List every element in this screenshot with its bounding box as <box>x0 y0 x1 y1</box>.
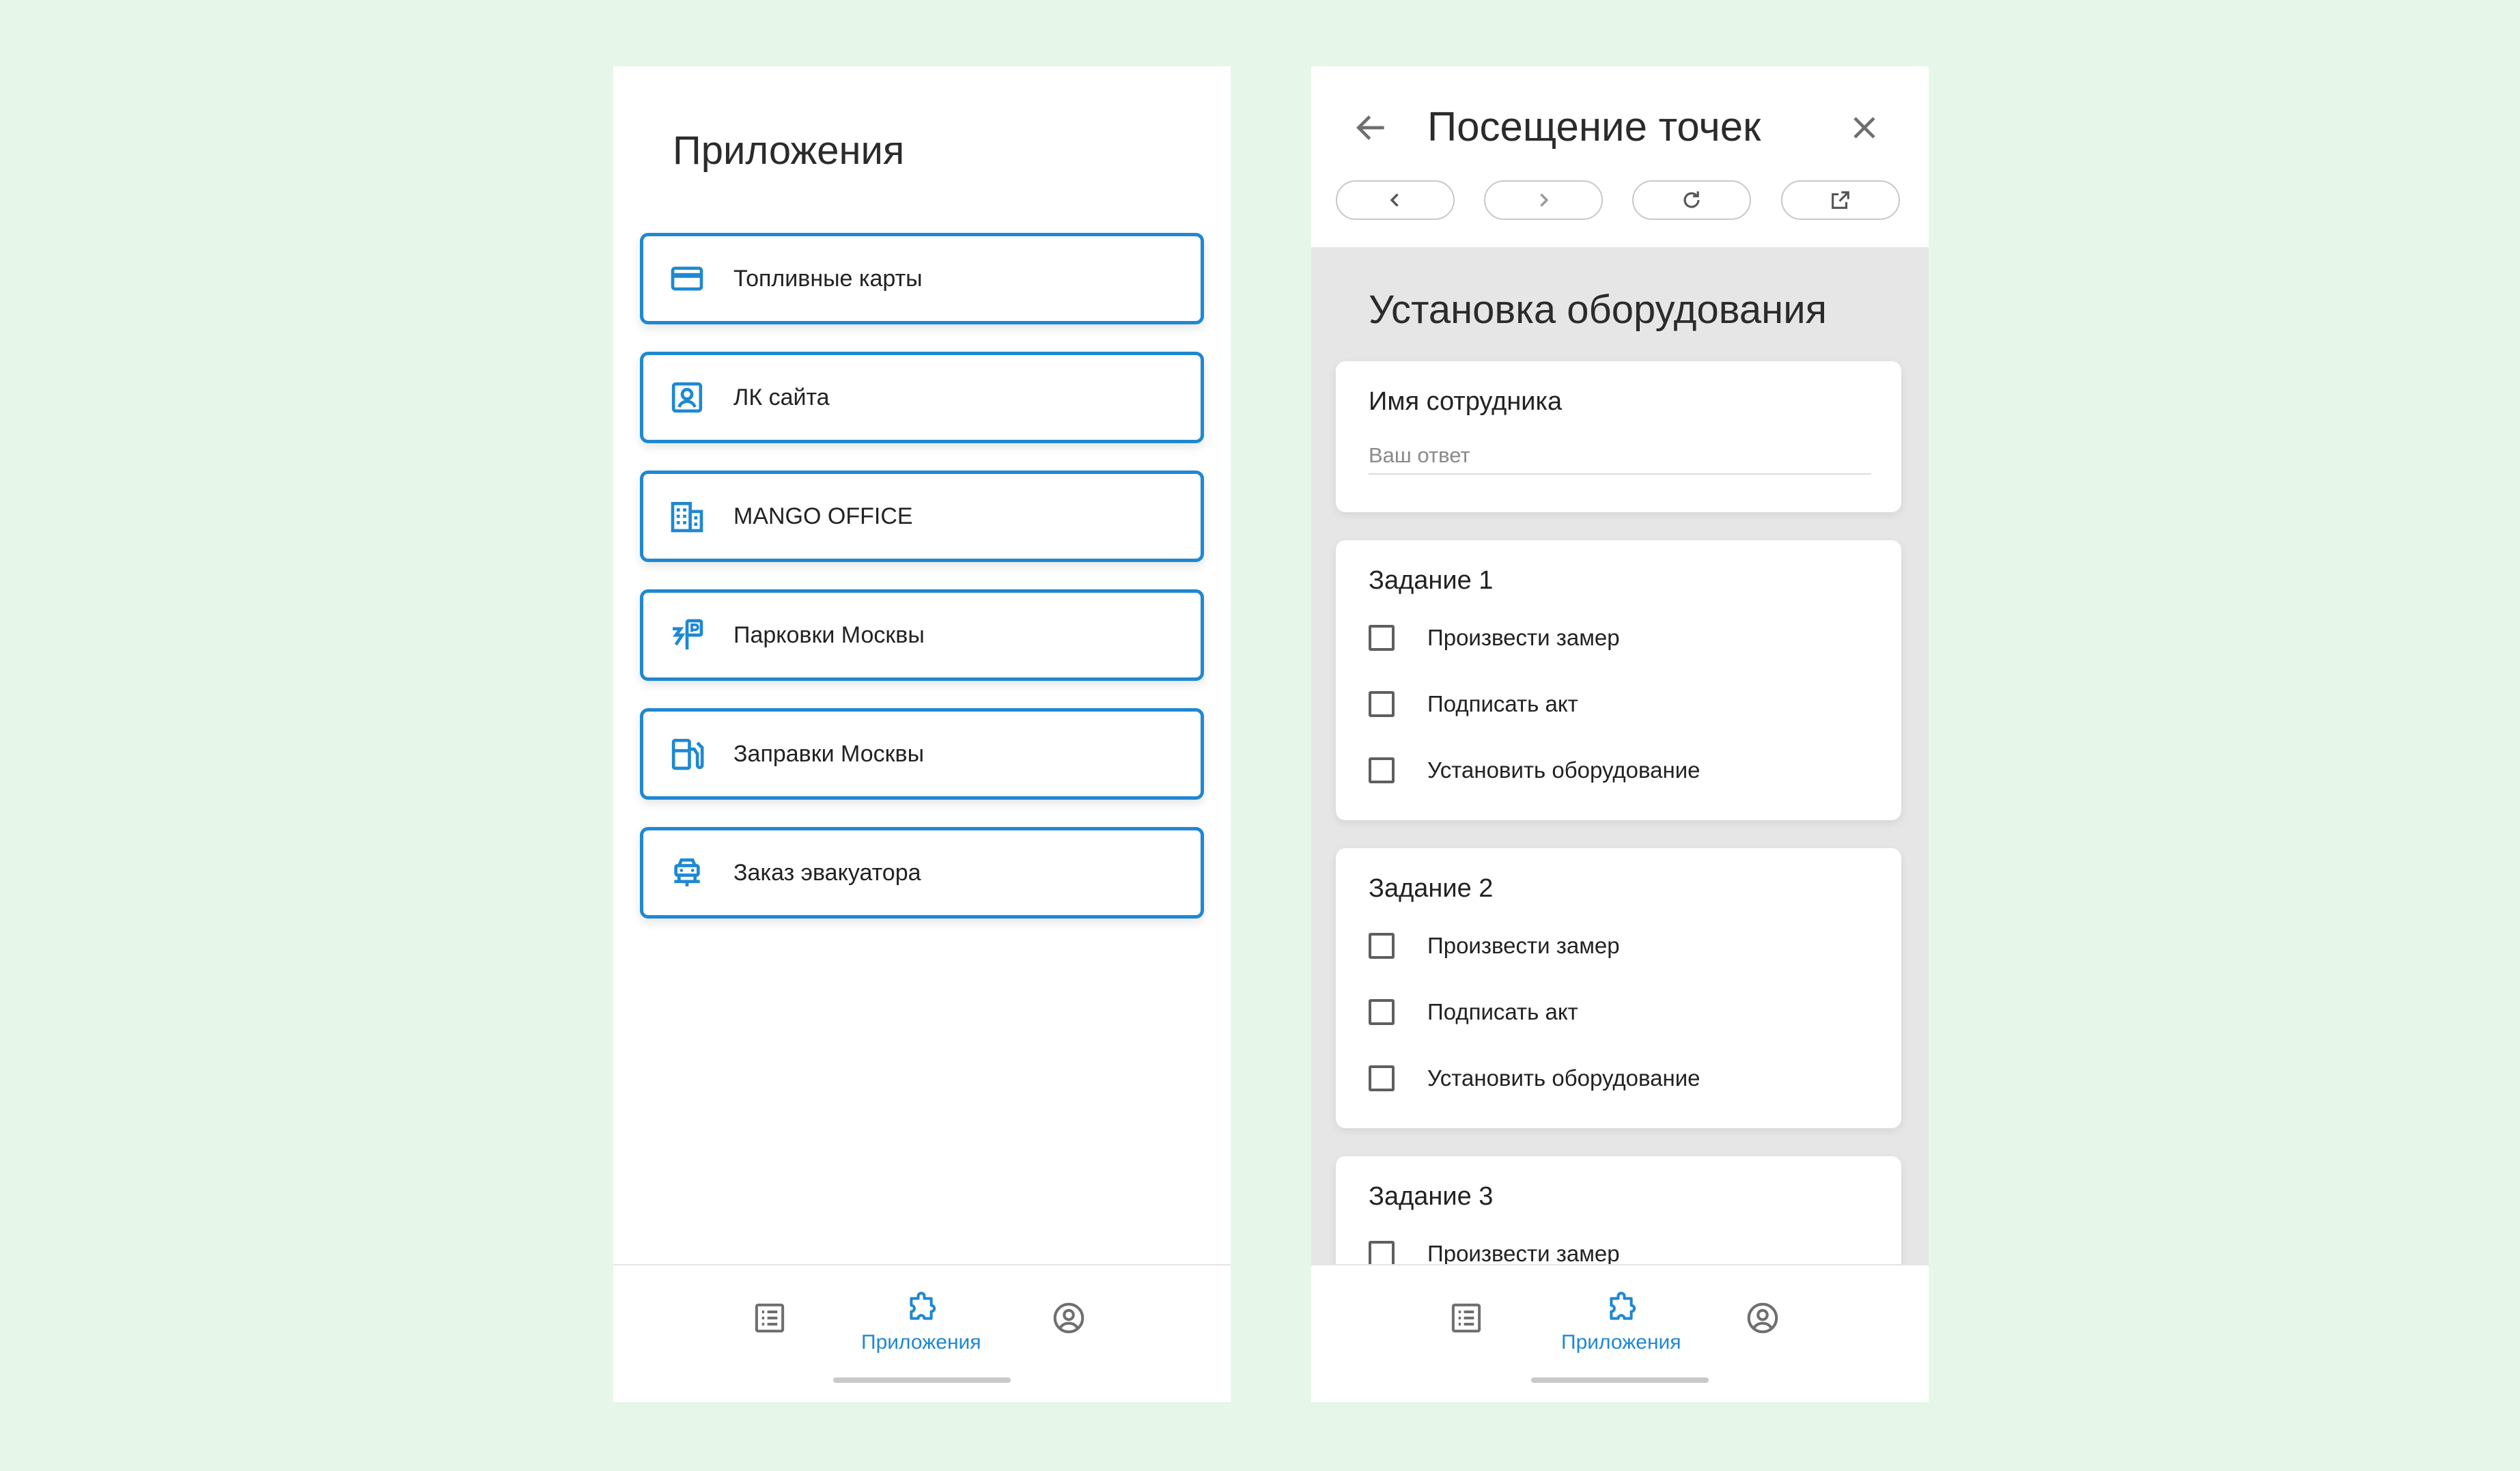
nav-list[interactable] <box>751 1300 788 1336</box>
browser-open-external-button[interactable] <box>1781 180 1900 220</box>
option-label: Установить оборудование <box>1427 757 1700 783</box>
puzzle-icon <box>910 1291 936 1320</box>
tow-truck-icon <box>668 854 706 892</box>
fuel-station-icon <box>668 735 706 773</box>
task-card-1: Задание 1 Произвести замер Подписать акт… <box>1336 540 1901 820</box>
nav-apps[interactable]: Приложения <box>861 1290 981 1354</box>
browser-back-button[interactable] <box>1336 180 1455 220</box>
app-item-label: MANGO OFFICE <box>733 503 913 529</box>
chevron-left-icon <box>1390 193 1399 207</box>
app-item-mango-office[interactable]: MANGO OFFICE <box>640 471 1204 562</box>
bottom-nav: Приложения <box>1311 1264 1929 1402</box>
app-item-label: Заправки Москвы <box>733 740 925 767</box>
form-title: Установка оборудования <box>1369 288 1828 332</box>
nav-profile[interactable] <box>1050 1300 1087 1336</box>
checkbox[interactable] <box>1369 691 1395 717</box>
task-option[interactable]: Подписать акт <box>1369 999 1578 1025</box>
task-title: Задание 3 <box>1369 1182 1494 1211</box>
home-indicator <box>1531 1377 1709 1383</box>
list-icon <box>755 1303 785 1333</box>
task-option[interactable]: Произвести замер <box>1369 1241 1620 1267</box>
task-card-2: Задание 2 Произвести замер Подписать акт… <box>1336 848 1901 1128</box>
app-item-tow-truck-order[interactable]: Заказ эвакуатора <box>640 827 1204 919</box>
form-area: Установка оборудования Имя сотрудника За… <box>1311 247 1929 1268</box>
employee-card: Имя сотрудника <box>1336 361 1901 512</box>
puzzle-icon <box>1610 1291 1636 1320</box>
open-external-icon <box>1832 191 1849 209</box>
page-title: Посещение точек <box>1427 104 1761 150</box>
option-label: Произвести замер <box>1427 933 1620 958</box>
app-item-label: ЛК сайта <box>733 384 830 410</box>
home-indicator <box>833 1377 1011 1383</box>
arrow-back-icon[interactable] <box>1352 109 1390 147</box>
option-label: Подписать акт <box>1427 691 1578 716</box>
close-icon[interactable] <box>1845 109 1884 147</box>
nav-apps[interactable]: Приложения <box>1561 1290 1681 1354</box>
form-screen: Посещение точек Установка оборудования И… <box>1311 66 1929 1402</box>
building-icon <box>668 497 706 535</box>
employee-question-label: Имя сотрудника <box>1369 387 1563 416</box>
profile-icon <box>1747 1302 1778 1334</box>
app-list: Топливные карты ЛК сайта MANGO OFFICE Па… <box>640 233 1204 946</box>
option-label: Подписать акт <box>1427 999 1578 1024</box>
nav-list[interactable] <box>1448 1300 1485 1336</box>
nav-apps-label: Приложения <box>861 1331 981 1354</box>
checkbox[interactable] <box>1369 999 1395 1025</box>
task-option[interactable]: Установить оборудование <box>1369 757 1700 783</box>
account-box-icon <box>668 378 706 417</box>
option-label: Произвести замер <box>1427 625 1620 650</box>
app-item-label: Заказ эвакуатора <box>733 859 921 886</box>
checkbox[interactable] <box>1369 1065 1395 1091</box>
task-option[interactable]: Произвести замер <box>1369 625 1620 651</box>
top-bar: Посещение точек <box>1311 66 1929 247</box>
task-option[interactable]: Подписать акт <box>1369 691 1578 717</box>
checkbox[interactable] <box>1369 933 1395 959</box>
checkbox[interactable] <box>1369 625 1395 651</box>
app-item-moscow-fuel-stations[interactable]: Заправки Москвы <box>640 708 1204 800</box>
credit-card-icon <box>668 260 706 298</box>
list-icon <box>1451 1303 1481 1333</box>
app-item-label: Парковки Москвы <box>733 621 925 648</box>
bottom-nav: Приложения <box>613 1264 1231 1402</box>
app-item-label: Топливные карты <box>733 265 923 292</box>
profile-icon <box>1053 1302 1084 1334</box>
task-option[interactable]: Произвести замер <box>1369 933 1620 959</box>
nav-apps-label: Приложения <box>1561 1331 1681 1354</box>
browser-reload-button[interactable] <box>1632 180 1751 220</box>
reload-icon <box>1683 191 1700 208</box>
app-item-site-account[interactable]: ЛК сайта <box>640 352 1204 443</box>
page-title: Приложения <box>673 128 905 173</box>
task-title: Задание 1 <box>1369 566 1494 595</box>
chevron-right-icon <box>1540 193 1549 207</box>
app-item-moscow-parking[interactable]: Парковки Москвы <box>640 589 1204 681</box>
option-label: Установить оборудование <box>1427 1065 1700 1091</box>
parking-icon <box>668 616 706 654</box>
option-label: Произвести замер <box>1427 1241 1620 1266</box>
task-card-3: Задание 3 Произвести замер <box>1336 1156 1901 1268</box>
checkbox[interactable] <box>1369 757 1395 783</box>
browser-forward-button[interactable] <box>1484 180 1603 220</box>
apps-screen: Приложения Топливные карты ЛК сайта MANG… <box>613 66 1231 1402</box>
nav-profile[interactable] <box>1744 1300 1781 1336</box>
task-title: Задание 2 <box>1369 874 1494 903</box>
app-item-fuel-cards[interactable]: Топливные карты <box>640 233 1204 324</box>
checkbox[interactable] <box>1369 1241 1395 1267</box>
task-option[interactable]: Установить оборудование <box>1369 1065 1700 1091</box>
employee-name-input[interactable] <box>1369 438 1871 475</box>
